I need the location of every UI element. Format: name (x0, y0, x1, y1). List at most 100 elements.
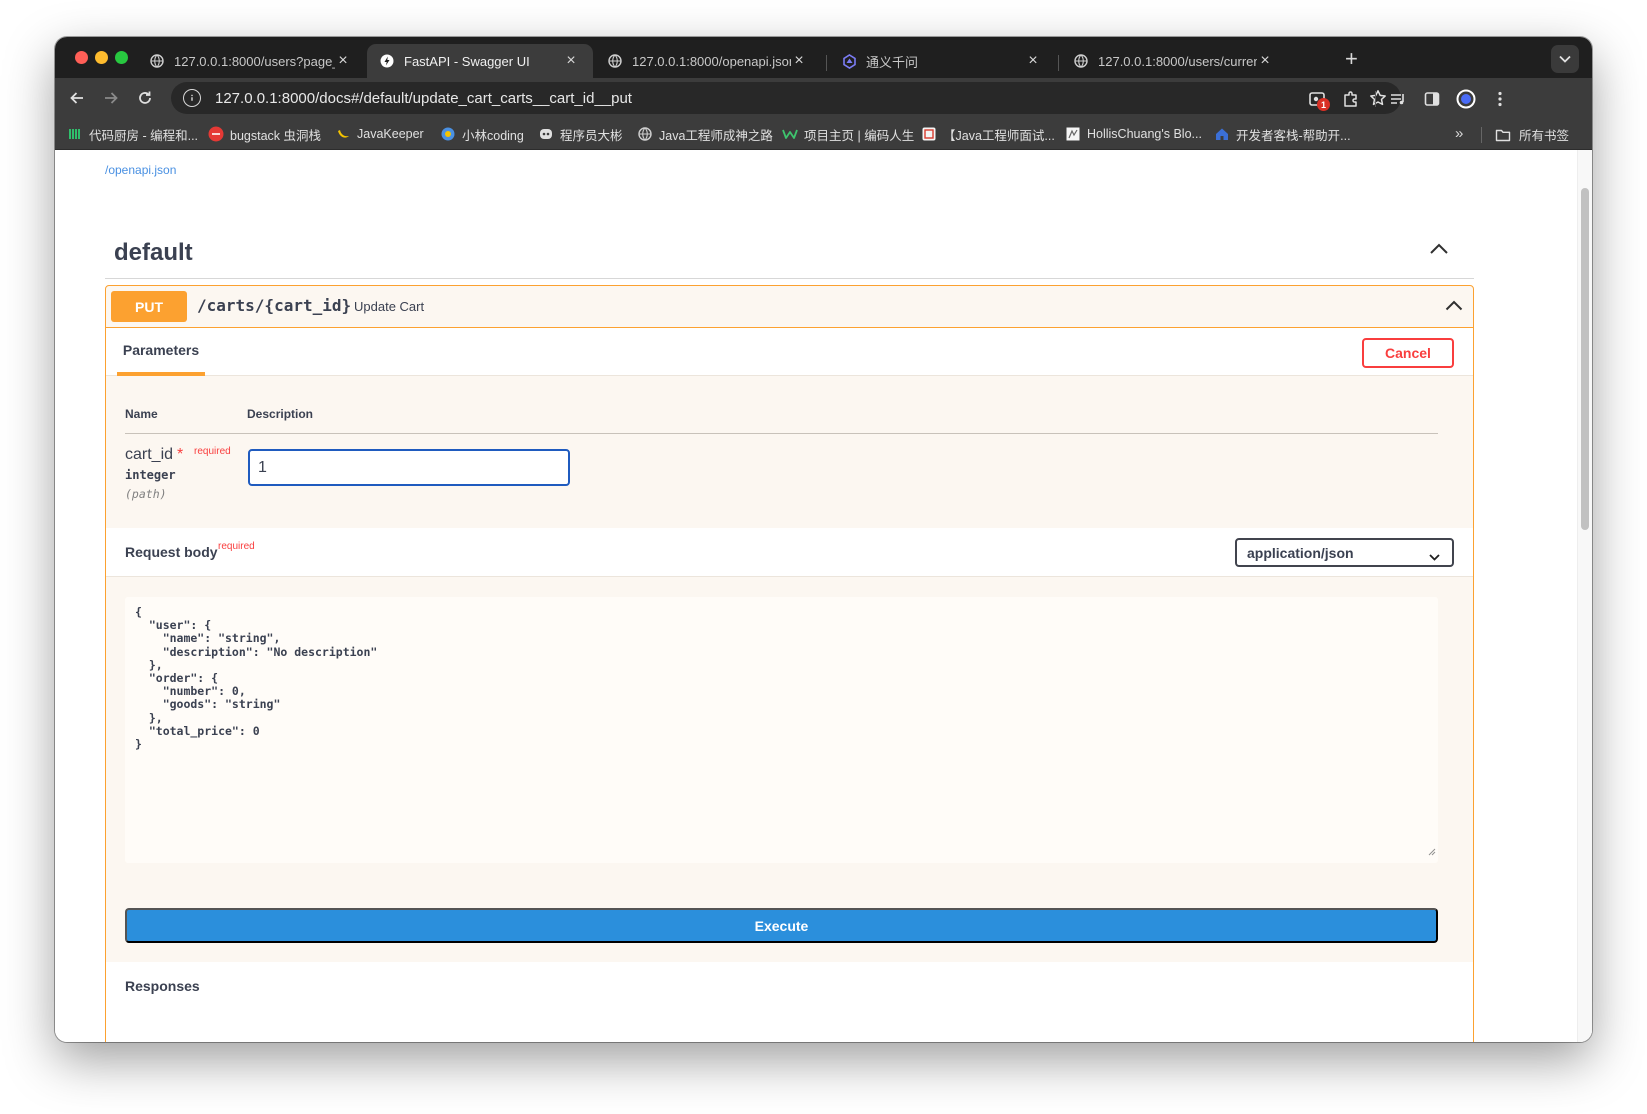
bookmark-item[interactable]: 项目主页 | 编码人生 (782, 125, 914, 143)
tab-search-button[interactable] (1551, 45, 1579, 73)
tab-strip: 127.0.0.1:8000/users?page_i × FastAPI - … (55, 37, 1592, 78)
bookmark-item[interactable]: 开发者客栈-帮助开... (1214, 125, 1351, 143)
arrow-left-icon (70, 92, 83, 104)
site-info-icon[interactable] (183, 89, 201, 107)
scrollbar-thumb[interactable] (1581, 188, 1589, 530)
request-body-json: { "user": { "name": "string", "descripti… (135, 605, 378, 752)
request-body-editor[interactable]: { "user": { "name": "string", "descripti… (125, 597, 1438, 863)
globe-icon (1073, 53, 1089, 69)
bookmarks-bar: 代码厨房 - 编程和... bugstack 虫洞栈 JavaKeeper 小林… (55, 118, 1592, 150)
responses-section: Responses (106, 962, 1473, 1042)
address-bar[interactable]: 127.0.0.1:8000/docs#/default/update_cart… (171, 82, 1401, 114)
operation-path: /carts/{cart_id} (197, 296, 352, 315)
page-content: /openapi.json default PUT /carts/{cart_i… (55, 150, 1592, 1042)
close-window-button[interactable] (75, 51, 88, 64)
globe-icon (607, 53, 623, 69)
tab-close-button[interactable]: × (791, 52, 807, 70)
scrollbar[interactable] (1577, 150, 1592, 1042)
cart-id-input[interactable] (248, 449, 570, 486)
new-tab-button[interactable]: + (1345, 46, 1358, 72)
toolbar-separator (1375, 91, 1376, 107)
tongyi-icon (841, 53, 857, 69)
reload-icon (139, 91, 151, 104)
tab-users-current[interactable]: 127.0.0.1:8000/users/current × (1061, 44, 1287, 78)
tab-users-page[interactable]: 127.0.0.1:8000/users?page_i × (137, 44, 365, 78)
reload-button[interactable] (135, 88, 155, 108)
bookmark-item[interactable]: HollisChuang's Blo... (1065, 125, 1202, 143)
content-type-select[interactable]: application/json (1235, 538, 1454, 567)
parameters-table-header: Name Description (125, 404, 1438, 434)
forward-button[interactable] (101, 88, 121, 108)
tab-tongyi[interactable]: 通义千问 × (829, 44, 1055, 78)
bookmark-item[interactable]: Java工程师成神之路 (637, 125, 773, 143)
tab-swagger-ui[interactable]: FastAPI - Swagger UI × (367, 44, 593, 78)
house-icon (1214, 126, 1230, 142)
bookmark-item[interactable]: bugstack 虫洞栈 (208, 125, 321, 143)
tab-openapi-json[interactable]: 127.0.0.1:8000/openapi.json × (595, 44, 821, 78)
all-bookmarks-button[interactable]: 所有书签 (1495, 125, 1569, 144)
xiaolin-icon (440, 126, 456, 142)
fastapi-icon (379, 53, 395, 69)
column-name: Name (125, 407, 158, 421)
bookmarks-separator (1481, 127, 1482, 143)
bookmark-item[interactable]: 程序员大彬 (538, 125, 623, 143)
chevron-down-icon (1559, 55, 1571, 63)
tab-close-button[interactable]: × (1257, 52, 1273, 70)
profile-avatar-icon[interactable] (1456, 89, 1476, 109)
chevron-up-icon[interactable] (1429, 242, 1449, 260)
tab-separator (1058, 55, 1059, 71)
bug-icon (208, 126, 224, 142)
put-operation-block: PUT /carts/{cart_id} Update Cart Paramet… (105, 285, 1474, 1042)
execute-button[interactable]: Execute (125, 908, 1438, 943)
hollis-icon (1065, 126, 1081, 142)
arrow-right-icon (105, 92, 118, 104)
extension-badge: 1 (1317, 98, 1330, 111)
back-button[interactable] (67, 88, 87, 108)
request-body-header: Request body required application/json (106, 528, 1473, 577)
bookmark-item[interactable]: 代码厨房 - 编程和... (67, 125, 198, 143)
bars-icon (67, 126, 83, 142)
browser-window: 127.0.0.1:8000/users?page_i × FastAPI - … (55, 37, 1592, 1042)
method-badge: PUT (111, 291, 187, 322)
param-name: cart_id * (125, 446, 184, 463)
chevron-down-icon (1429, 548, 1440, 564)
folder-icon (1495, 128, 1511, 142)
required-star: * (177, 446, 184, 463)
tab-close-button[interactable]: × (1025, 52, 1041, 70)
chevron-up-icon[interactable] (1445, 298, 1463, 316)
bookmark-item[interactable]: 【Java工程师面试... (921, 125, 1055, 143)
tab-parameters[interactable]: Parameters (117, 328, 205, 376)
bookmark-item[interactable]: JavaKeeper (335, 125, 424, 143)
bookmark-item[interactable]: 小林coding (440, 125, 524, 143)
more-bookmarks-button[interactable]: » (1455, 125, 1463, 142)
column-description: Description (247, 407, 314, 421)
operation-summary-text: Update Cart (354, 299, 425, 314)
tab-close-button[interactable]: × (563, 52, 579, 70)
url-text: 127.0.0.1:8000/docs#/default/update_cart… (215, 89, 632, 107)
card-icon (921, 126, 937, 142)
responses-title: Responses (125, 978, 200, 994)
resize-handle-icon[interactable] (1427, 843, 1436, 861)
operation-summary[interactable]: PUT /carts/{cart_id} Update Cart (106, 286, 1473, 328)
bookmark-star-icon[interactable] (1369, 89, 1387, 112)
openapi-json-link[interactable]: /openapi.json (105, 163, 176, 177)
globe-icon (149, 53, 165, 69)
tab-close-button[interactable]: × (335, 52, 351, 70)
request-body-required-label: required (218, 541, 255, 552)
minimize-window-button[interactable] (95, 51, 108, 64)
puzzle-icon[interactable] (1341, 89, 1361, 109)
tab-separator (826, 55, 827, 71)
media-control-icon[interactable] (1388, 89, 1408, 109)
side-panel-icon[interactable] (1422, 89, 1442, 109)
param-required-label: required (194, 446, 231, 457)
globe-icon (637, 126, 653, 142)
param-type: integer (125, 468, 176, 482)
robot-icon (538, 126, 554, 142)
more-menu-icon[interactable] (1490, 89, 1510, 109)
maximize-window-button[interactable] (115, 51, 128, 64)
default-section-header[interactable]: default (105, 229, 1474, 279)
request-body-title: Request body (125, 544, 218, 560)
cancel-button[interactable]: Cancel (1362, 338, 1454, 368)
banana-icon (335, 126, 351, 142)
extension-badge-icon[interactable]: 1 (1307, 89, 1330, 111)
